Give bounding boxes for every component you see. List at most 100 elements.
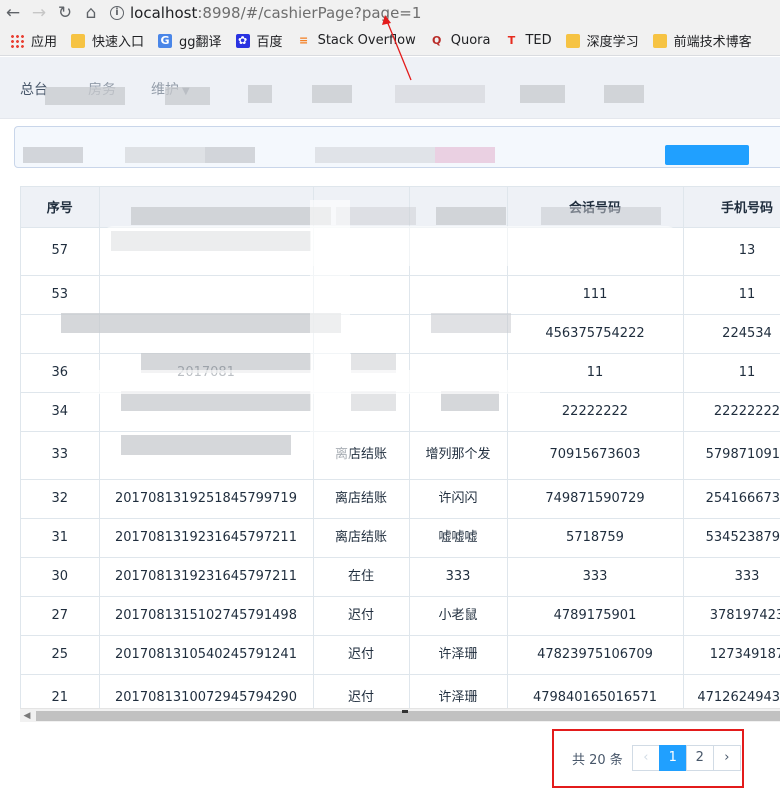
cell-phone: 749871590729: [507, 479, 684, 519]
back-arrow-icon[interactable]: ←: [0, 0, 26, 26]
cell-order: 20170813192518457997​19: [99, 479, 314, 519]
table-row[interactable]: 25 20170813105402457912​41 迟付 许泽珊 4782397510…: [21, 635, 780, 675]
app-nav: 总台 房务 维护▼: [0, 57, 780, 119]
cell-status: 离店结账: [313, 518, 410, 558]
redacted-block: [23, 147, 83, 163]
redacted-block: [351, 391, 396, 411]
cell-order: 20170813105402457912​41: [99, 635, 314, 675]
redacted-block: [121, 391, 311, 411]
bookmark-item[interactable]: T TED: [504, 33, 552, 48]
address-bar[interactable]: i localhost:8998/#/cashierPage?page=1: [110, 4, 421, 22]
folder-icon: [652, 33, 667, 48]
redacted-block: [131, 207, 331, 225]
table-row[interactable]: 27 20170813151027457914​98 迟付 小老鼠 4789175901…: [21, 596, 780, 636]
cell-status: 离店结账: [313, 479, 410, 519]
cell-id: 30: [21, 557, 100, 597]
cell-mobile: 11: [683, 275, 780, 315]
column-header-id[interactable]: 序号: [21, 187, 100, 228]
redacted-block: [248, 85, 272, 103]
ted-icon: T: [507, 33, 516, 47]
redacted-block: [45, 87, 125, 105]
page-2-button[interactable]: 2: [685, 745, 714, 771]
redacted-block: [121, 435, 291, 455]
scroll-left-arrow-icon[interactable]: ◀: [20, 709, 34, 723]
folder-icon: [565, 33, 580, 48]
bookmark-item[interactable]: 应用: [10, 31, 57, 50]
cell-id: 21: [21, 674, 100, 708]
bookmark-label: 应用: [31, 35, 58, 50]
cell-mobile: 378197423: [683, 596, 780, 636]
cell-phone: 11: [507, 353, 684, 393]
nav-item-0[interactable]: 总台: [20, 79, 48, 99]
scroll-thumb[interactable]: [36, 711, 780, 721]
redacted-block: [315, 147, 435, 163]
cell-id: 57: [21, 227, 100, 276]
table-row[interactable]: 3620170811111: [21, 353, 780, 393]
cell-name: 增列那个发: [409, 431, 508, 480]
cell-status: 迟付: [313, 596, 410, 636]
prev-page-icon[interactable]: ‹: [631, 745, 660, 771]
bookmark-item[interactable]: 深度学习: [565, 31, 639, 50]
cell-id: 27: [21, 596, 100, 636]
table-row[interactable]: 30 20170813192316457972​11 在住 333 333 333: [21, 557, 780, 597]
cell-phone: 479840165016571: [507, 674, 684, 708]
forward-arrow-icon[interactable]: →: [26, 0, 52, 26]
redacted-block: [436, 207, 506, 225]
bookmark-item[interactable]: Q Quora: [430, 33, 490, 48]
cell-mobile: 471262494371: [683, 674, 780, 708]
translate-icon: G: [158, 33, 173, 48]
cell-order: 20170813151027457914​98: [99, 596, 314, 636]
table-row[interactable]: 21 20170813100729457942​90 迟付 许泽珊 4798401650…: [21, 674, 780, 708]
home-icon[interactable]: ⌂: [78, 0, 104, 26]
apps-grid-icon: [10, 33, 24, 48]
cell-name: 许泽珊: [409, 635, 508, 675]
bookmark-item[interactable]: 前端技术博客: [652, 31, 752, 50]
search-button[interactable]: [665, 145, 749, 165]
cell-id: 36: [21, 353, 100, 393]
bookmarks-bar: 应用 快速入口 Ggg翻译 ✿ 百度 ≡ Stack Overflow Q Quora T TED 深…: [0, 26, 780, 56]
bookmark-label: gg翻译: [179, 35, 222, 50]
redacted-block: [441, 391, 499, 411]
cell-mobile: 127349187: [683, 635, 780, 675]
bookmark-item[interactable]: Ggg翻译: [158, 31, 222, 50]
pagination: 共 20 条 ‹ 1 2 ›: [572, 745, 741, 771]
baidu-paw-icon: ✿: [235, 33, 250, 48]
table-row[interactable]: 32 20170813192518457997​19 离店结账 许闪闪 74987159…: [21, 479, 780, 519]
table-row[interactable]: 31 20170813192316457972​11 离店结账 嘘嘘嘘 5718759 5…: [21, 518, 780, 558]
cell-mobile: 13: [683, 227, 780, 276]
cell-phone: 333: [507, 557, 684, 597]
cell-phone: [507, 227, 684, 276]
redacted-block: [336, 207, 416, 225]
bookmark-item[interactable]: ≡ Stack Overflow: [297, 33, 416, 48]
bookmark-item[interactable]: ✿ 百度: [235, 31, 283, 50]
cell-phone: 4789175901: [507, 596, 684, 636]
bookmark-item[interactable]: 快速入口: [71, 31, 144, 50]
cell-status: 迟付: [313, 635, 410, 675]
reload-icon[interactable]: ↻: [52, 0, 78, 26]
cell-mobile: 11: [683, 353, 780, 393]
data-table: 序号 会话号码 手机号码 571353111114563757542222245…: [20, 186, 780, 708]
page-1-button[interactable]: 1: [658, 745, 687, 771]
pagination-highlight: 共 20 条 ‹ 1 2 ›: [552, 729, 744, 788]
browser-address-row: ← → ↻ ⌂ i localhost:8998/#/cashierPage?p…: [0, 0, 780, 26]
cell-status: [313, 227, 410, 276]
column-header-mobile[interactable]: 手机号码: [683, 187, 780, 228]
bookmark-label: Stack Overflow: [317, 33, 416, 48]
cell-mobile: 5345238794: [683, 518, 780, 558]
cell-order: [99, 275, 314, 315]
next-page-icon[interactable]: ›: [712, 745, 741, 771]
cell-mobile: 333: [683, 557, 780, 597]
redacted-block: [541, 207, 661, 225]
cell-name: 许泽珊: [409, 674, 508, 708]
cell-id: 31: [21, 518, 100, 558]
table-body: 5713531111145637575422222453436201708111…: [21, 227, 780, 708]
cell-phone: 5718759: [507, 518, 684, 558]
cell-id: 34: [21, 392, 100, 432]
info-icon[interactable]: i: [110, 6, 124, 20]
redacted-block: [111, 231, 311, 251]
cell-order: 20170813192316457972​11: [99, 557, 314, 597]
stackoverflow-icon: ≡: [298, 33, 309, 47]
cell-phone: 70915673603: [507, 431, 684, 480]
table-row[interactable]: 53 111 11: [21, 275, 780, 315]
horizontal-scrollbar[interactable]: ◀: [20, 708, 780, 722]
